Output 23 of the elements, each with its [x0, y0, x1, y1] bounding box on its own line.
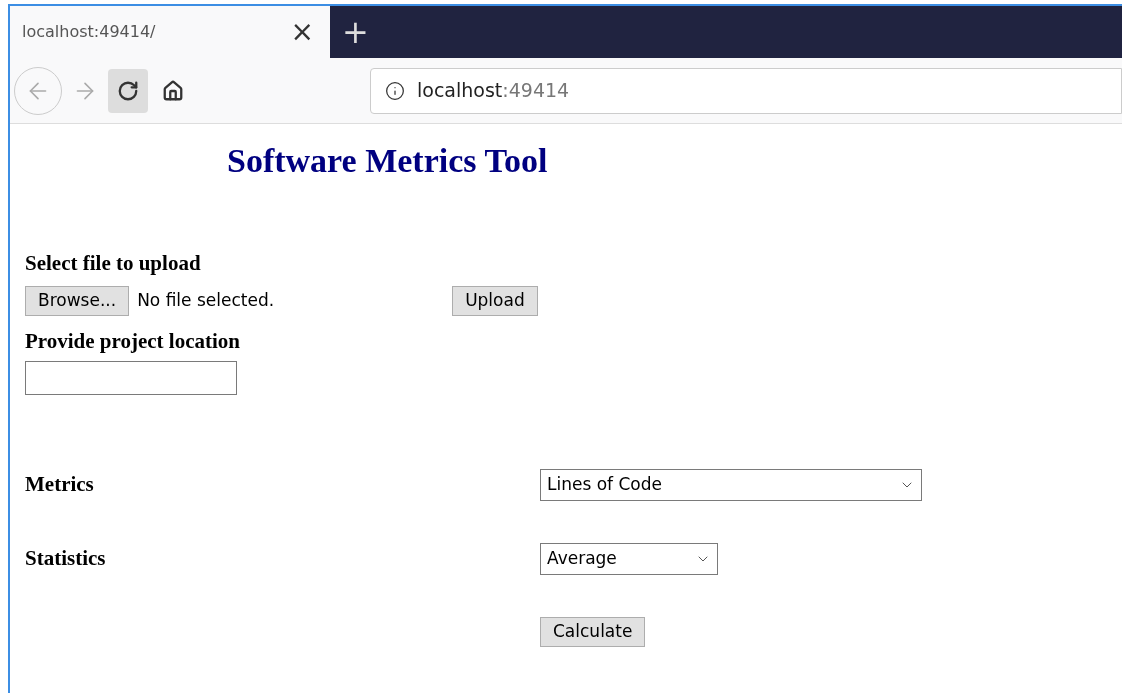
home-icon[interactable]	[162, 79, 184, 102]
upload-button[interactable]: Upload	[452, 285, 538, 316]
file-status: No file selected.	[137, 288, 276, 312]
reload-button[interactable]	[108, 68, 148, 113]
tab-title: localhost:49414/	[22, 21, 156, 43]
browse-button[interactable]: Browse...	[25, 285, 130, 316]
metrics-label: Metrics	[25, 471, 94, 499]
metrics-select[interactable]: Lines of Code	[540, 469, 922, 501]
page-title: Software Metrics Tool	[227, 144, 548, 178]
reload-icon	[117, 79, 139, 102]
location-label: Provide project location	[25, 327, 240, 355]
close-tab-button[interactable]: ×	[290, 18, 314, 46]
browser-tab[interactable]: localhost:49414/ ×	[10, 6, 330, 58]
info-icon	[385, 80, 405, 101]
upload-label: Select file to upload	[25, 250, 201, 277]
address-port: :49414	[502, 79, 570, 102]
project-location-field[interactable]	[25, 361, 237, 395]
statistics-select[interactable]: Average	[540, 543, 718, 575]
calculate-button[interactable]: Calculate	[540, 617, 646, 647]
address-bar[interactable]: localhost:49414	[370, 67, 1122, 114]
address-host: localhost	[417, 79, 503, 102]
new-tab-button[interactable]: +	[330, 16, 381, 48]
statistics-label: Statistics	[25, 545, 106, 573]
